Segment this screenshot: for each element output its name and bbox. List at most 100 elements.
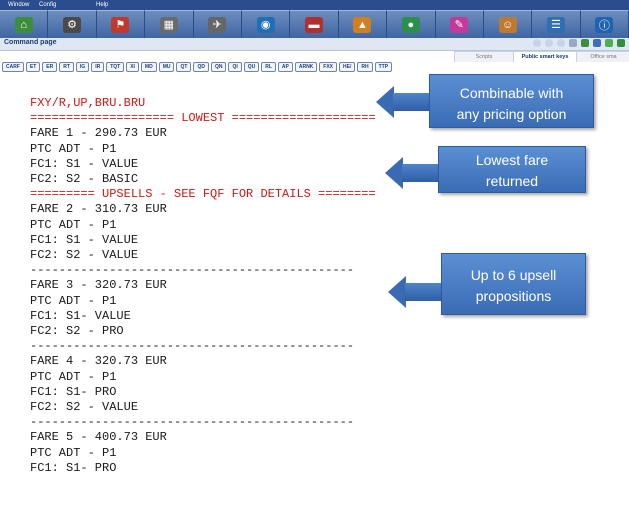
calendar-icon: ▦ [159, 16, 178, 33]
callout-upsell: Up to 6 upsell propositions [441, 253, 586, 315]
dash-separator: ----------------------------------------… [30, 263, 355, 278]
command-page-header: Command page [0, 38, 629, 51]
smart-key-button[interactable]: QN [210, 62, 227, 72]
ptc-line: PTC ADT - P1 [30, 217, 117, 232]
smart-key-button[interactable]: IR [91, 62, 105, 72]
toolbar-button[interactable]: ☺ [483, 10, 533, 38]
person-icon: ☺ [498, 16, 517, 33]
info-icon: ⓘ [595, 16, 614, 33]
smart-key-button[interactable]: QI [228, 62, 242, 72]
menu-config[interactable]: Config [39, 2, 56, 8]
toolbar-button[interactable]: ● [387, 10, 436, 38]
toolbar-button[interactable]: ▦ [145, 10, 194, 38]
fc-line: FC2: S2 - VALUE [30, 248, 139, 263]
tab-office[interactable]: Office sma [576, 51, 629, 62]
command-page-title: Command page [4, 39, 57, 46]
upsells-separator: ========= UPSELLS - SEE FQF FOR DETAILS … [30, 187, 376, 202]
smart-key-button[interactable]: RT [59, 62, 74, 72]
fare-line: FARE 5 - 400.73 EUR [30, 430, 167, 445]
callout-combinable: Combinable with any pricing option [429, 74, 594, 128]
smart-key-button[interactable]: TTP [374, 62, 393, 72]
smart-key-button[interactable]: AP [277, 62, 293, 72]
gear-icon: ⚙ [63, 16, 82, 33]
smart-key-button[interactable]: QU [243, 62, 260, 72]
ptc-line: PTC ADT - P1 [30, 293, 117, 308]
smart-key-button[interactable]: XI [126, 62, 139, 72]
hotel-icon: ▬ [305, 16, 324, 33]
dash-separator: ----------------------------------------… [30, 415, 355, 430]
lowest-separator: ==================== LOWEST ============… [30, 111, 376, 126]
menu-window[interactable]: Window [8, 2, 29, 8]
smart-key-button[interactable]: MD [140, 62, 157, 72]
toolbar-button[interactable]: ✈ [193, 10, 242, 38]
smart-key-button[interactable]: CARF [2, 62, 24, 72]
fare-line: FARE 2 - 310.73 EUR [30, 202, 167, 217]
dash-separator: ----------------------------------------… [30, 339, 355, 354]
edit-icon[interactable] [593, 39, 601, 47]
smart-key-button[interactable]: IG [75, 62, 90, 72]
smart-key-button[interactable]: RH [357, 62, 373, 72]
flag-icon: ⚑ [111, 16, 130, 33]
circle-icon[interactable] [545, 39, 553, 47]
tab-public-smart-keys[interactable]: Public smart keys [513, 51, 577, 62]
fare-line: FARE 4 - 320.73 EUR [30, 354, 167, 369]
chart-icon[interactable] [605, 39, 613, 47]
menu-icon[interactable] [617, 39, 625, 47]
menu-bar: Window Config Help [0, 0, 629, 10]
fc-line: FC2: S2 - VALUE [30, 400, 139, 415]
toolbar-button[interactable]: ☰ [532, 10, 581, 38]
smart-key-button[interactable]: MU [158, 62, 175, 72]
tab-scripts[interactable]: Scripts [454, 51, 514, 62]
fare-line: FARE 3 - 320.73 EUR [30, 278, 167, 293]
smart-key-button[interactable]: ER [42, 62, 58, 72]
toolbar-button[interactable]: ◉ [241, 10, 291, 38]
smart-keys-bar: CARF ET ER RT IG IR TQT XI MD MU QT QD QN QI QU RL AP ARN… [2, 62, 393, 72]
circle-icon[interactable] [557, 39, 565, 47]
fc-line: FC1: S1- PRO [30, 460, 117, 475]
toolbar: ⌂ ⚙ ⚑ ▦ ✈ ◉ ▬ ▲ ● ✎ ☺ ☰ ⓘ [0, 10, 629, 38]
toolbar-button[interactable]: ⚑ [96, 10, 146, 38]
document-icon: ☰ [546, 16, 565, 33]
ptc-line: PTC ADT - P1 [30, 445, 117, 460]
wrench-icon[interactable] [569, 39, 577, 47]
toolbar-button[interactable]: ▲ [338, 10, 388, 38]
fc-line: FC1: S1 - VALUE [30, 156, 139, 171]
circle-icon[interactable] [533, 39, 541, 47]
ptc-line: PTC ADT - P1 [30, 141, 117, 156]
fc-line: FC1: S1 - VALUE [30, 232, 139, 247]
callout-arrow-lowest [385, 157, 438, 189]
globe-icon: ● [401, 16, 420, 33]
tab-row: Scripts Public smart keys Office sma [0, 51, 629, 62]
menu-help[interactable]: Help [96, 2, 108, 8]
fc-line: FC1: S1- PRO [30, 384, 117, 399]
smart-key-button[interactable]: TQT [106, 62, 125, 72]
callout-arrow-upsell [388, 276, 441, 308]
command-line: FXY/R,UP,BRU.BRU [30, 96, 146, 110]
smart-key-button[interactable]: ARNK [294, 62, 318, 72]
smart-key-button[interactable]: ET [25, 62, 41, 72]
callout-arrow-combinable [376, 86, 429, 118]
airplane-icon: ✈ [208, 16, 227, 33]
smart-key-button[interactable]: RL [261, 62, 276, 72]
toolbar-button[interactable]: ⚙ [48, 10, 97, 38]
home-icon: ⌂ [14, 16, 33, 33]
header-icons [533, 39, 625, 47]
smart-key-button[interactable]: HE/ [339, 62, 356, 72]
list-icon[interactable] [581, 39, 589, 47]
smart-key-button[interactable]: QD [193, 62, 209, 72]
fc-line: FC2: S2 - PRO [30, 324, 124, 339]
fc-line: FC1: S1- VALUE [30, 308, 131, 323]
toolbar-button[interactable]: ⌂ [0, 10, 49, 38]
train-icon: ▲ [353, 16, 372, 33]
smart-key-button[interactable]: QT [176, 62, 192, 72]
toolbar-button[interactable]: ▬ [290, 10, 339, 38]
toolbar-button[interactable]: ⓘ [580, 10, 629, 38]
fc-line: FC2: S2 - BASIC [30, 172, 139, 187]
pen-icon: ✎ [450, 16, 469, 33]
terminal-output: FXY/R,UP,BRU.BRU ==================== LO… [30, 96, 376, 476]
ptc-line: PTC ADT - P1 [30, 369, 117, 384]
car-icon: ◉ [256, 16, 275, 33]
smart-key-button[interactable]: FXX [319, 62, 338, 72]
callout-lowest-fare: Lowest fare returned [438, 146, 586, 193]
toolbar-button[interactable]: ✎ [435, 10, 484, 38]
